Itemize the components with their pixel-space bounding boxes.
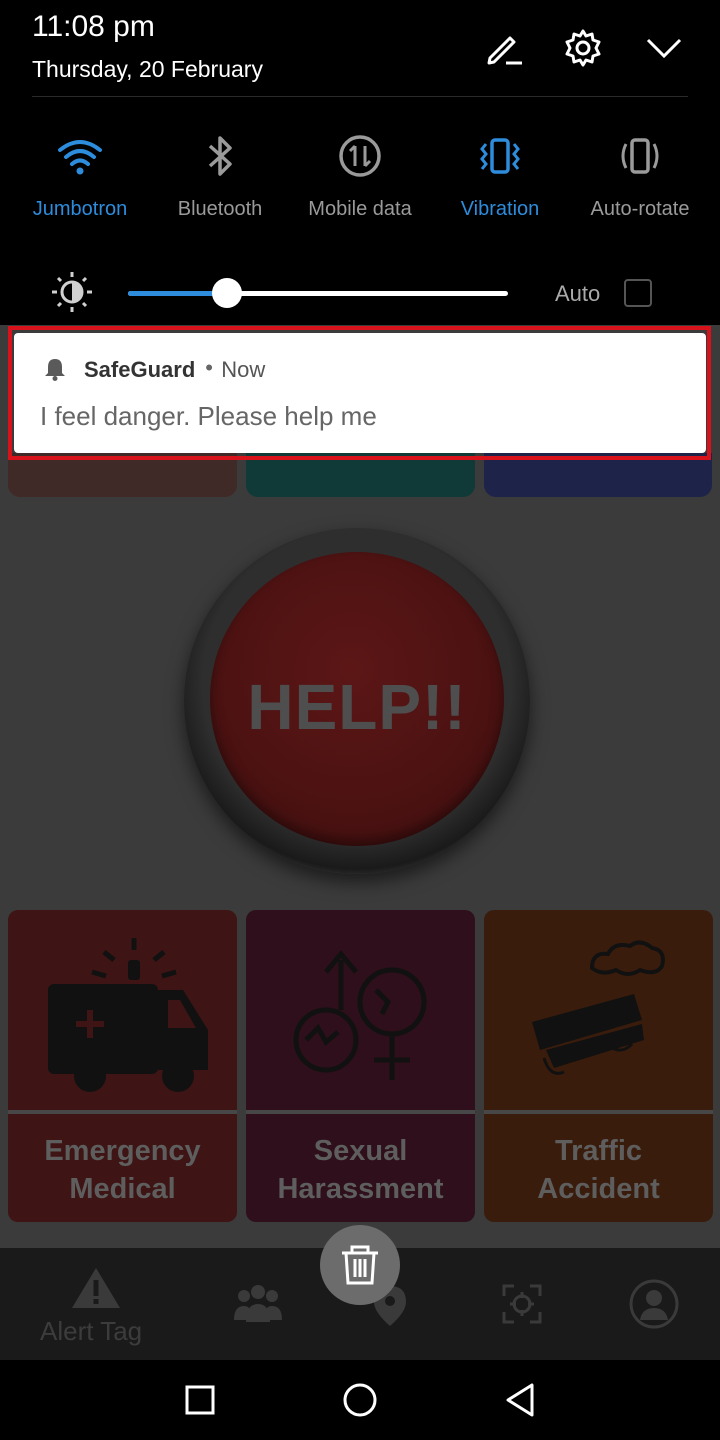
clock-date: Thursday, 20 February [32, 56, 263, 82]
target-icon[interactable] [502, 1284, 542, 1324]
card-label: Emergency Medical [44, 1135, 201, 1205]
trash-button[interactable] [320, 1225, 400, 1305]
tile-label: Bluetooth [177, 198, 263, 220]
tile-mobile-data[interactable]: Mobile data [285, 132, 435, 221]
tile-bluetooth[interactable]: Bluetooth [145, 132, 295, 221]
clock-time: 11:08 pm [32, 10, 155, 43]
notification-separator: • [205, 355, 213, 380]
tile-auto-rotate[interactable]: Auto-rotate [565, 132, 715, 221]
help-button-label: HELP!! [247, 671, 467, 743]
tile-label: Vibration [460, 198, 540, 220]
header-divider [32, 96, 688, 97]
card-label: Sexual Harassment [277, 1135, 444, 1205]
card-label: Traffic Accident [537, 1135, 660, 1205]
mobile-data-icon [339, 135, 381, 177]
alert-tag-label: Alert Tag [40, 1316, 143, 1346]
gender-symbols-icon [293, 950, 427, 1080]
crashed-car-icon [532, 940, 665, 1075]
group-icon[interactable] [234, 1282, 282, 1324]
vibration-icon [480, 138, 520, 174]
brightness-slider-thumb[interactable] [211, 278, 242, 308]
home-icon[interactable] [342, 1382, 378, 1418]
bell-icon [45, 359, 65, 381]
collapse-chevron-icon[interactable] [644, 28, 684, 68]
tile-label: Mobile data [308, 198, 412, 220]
tile-vibration[interactable]: Vibration [425, 132, 575, 221]
auto-brightness-label: Auto [555, 281, 601, 306]
tile-label: Auto-rotate [590, 198, 690, 220]
ambulance-icon [48, 938, 208, 1092]
brightness-icon [52, 272, 92, 312]
auto-brightness-checkbox[interactable] [624, 279, 652, 307]
notification-app-name: SafeGuard [84, 357, 196, 382]
tile-label: Jumbotron [32, 198, 128, 220]
notification-message: I feel danger. Please help me [40, 401, 377, 431]
edit-icon[interactable] [484, 28, 524, 68]
card-sexual-harassment[interactable]: Sexual Harassment [246, 910, 475, 1222]
trash-icon [342, 1245, 378, 1285]
settings-icon[interactable] [563, 28, 603, 68]
tile-wifi[interactable]: Jumbotron [5, 132, 155, 221]
card-emergency-medical[interactable]: Emergency Medical [8, 910, 237, 1222]
safeguard-notification[interactable]: SafeGuard • Now I feel danger. Please he… [14, 333, 706, 453]
bluetooth-icon [208, 136, 232, 176]
wifi-icon [58, 140, 102, 175]
alert-icon[interactable] [70, 1264, 122, 1312]
notification-time: Now [221, 357, 266, 382]
back-icon[interactable] [504, 1382, 536, 1418]
profile-icon[interactable] [628, 1278, 680, 1330]
recents-icon[interactable] [185, 1385, 215, 1415]
auto-rotate-icon [621, 138, 659, 174]
card-traffic-accident[interactable]: Traffic Accident [484, 910, 713, 1222]
